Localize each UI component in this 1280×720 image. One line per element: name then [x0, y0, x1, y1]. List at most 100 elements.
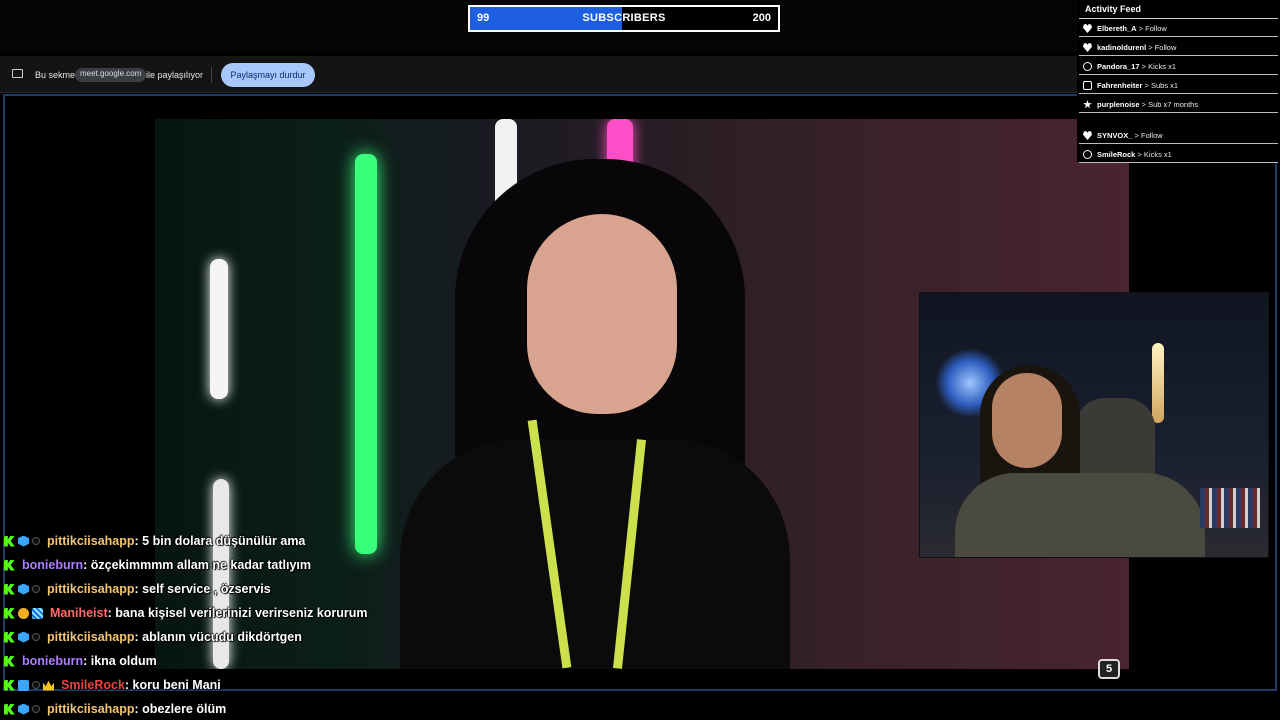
activity-feed-item: Pandora_17 > Kicks x1 — [1077, 57, 1280, 75]
activity-feed-action: > Kicks x1 — [1135, 150, 1172, 159]
grid-badge-icon — [32, 607, 43, 619]
activity-feed-action: > Follow — [1136, 24, 1167, 33]
share-text-after: ile paylaşılıyor — [146, 70, 204, 80]
dot-badge-icon — [32, 585, 40, 593]
activity-feed-divider — [1079, 74, 1278, 75]
chat-text: : self service , özservis — [134, 582, 271, 596]
heart-icon — [1083, 131, 1092, 140]
kick-icon — [1083, 62, 1092, 71]
streamer-body — [955, 473, 1205, 557]
chat-username[interactable]: pittikciisahapp — [47, 582, 135, 596]
activity-feed-user: Pandora_17 — [1097, 62, 1140, 71]
chat-text: : bana kişisel verilerinizi verirseniz k… — [107, 606, 368, 620]
activity-feed-divider — [1079, 162, 1278, 163]
activity-feed-user: kadinoldurenl — [1097, 43, 1147, 52]
streamer-face — [992, 373, 1062, 468]
dot-badge-icon — [32, 537, 40, 545]
kick-badge-icon — [4, 631, 15, 643]
gold-badge-icon — [18, 607, 29, 619]
chat-message: Maniheist : bana kişisel verilerinizi ve… — [4, 602, 368, 624]
activity-feed-user: Fahrenheiter — [1097, 81, 1143, 90]
kick-badge-icon — [4, 703, 15, 715]
kick-badge-icon — [4, 655, 15, 667]
cube-badge-icon — [18, 535, 29, 547]
chat-username[interactable]: pittikciisahapp — [47, 534, 135, 548]
activity-feed-divider — [1079, 143, 1278, 144]
dot-badge-icon — [32, 681, 40, 689]
chat-message: bonieburn : özçekimmmm allam ne kadar ta… — [4, 554, 311, 576]
activity-feed-divider — [1079, 112, 1278, 113]
activity-feed-action: > Follow — [1132, 131, 1163, 140]
channel-logo-icon: 5 — [1098, 659, 1120, 679]
chat-message: pittikciisahapp : 5 bin dolara düşünülür… — [4, 530, 305, 552]
kick-icon — [1083, 150, 1092, 159]
bookshelf — [1200, 488, 1260, 528]
activity-feed-item: Elbereth_A > Follow — [1077, 19, 1280, 37]
chat-message: SmileRock : koru beni Mani — [4, 674, 221, 696]
neon-light — [210, 259, 228, 399]
prime-badge-icon — [18, 679, 29, 691]
lava-lamp — [1152, 343, 1164, 423]
activity-feed-user: purplenoise — [1097, 100, 1140, 109]
person-body — [400, 439, 790, 669]
sub-icon — [1083, 81, 1092, 90]
cube-badge-icon — [18, 583, 29, 595]
chat-username[interactable]: SmileRock — [61, 678, 125, 692]
activity-feed-user: SYNVOX_ — [1097, 131, 1133, 140]
chat-message: pittikciisahapp : obezlere ölüm — [4, 698, 226, 720]
chat-username[interactable]: pittikciisahapp — [47, 702, 135, 716]
stop-sharing-button[interactable]: Paylaşmayı durdur — [221, 63, 315, 87]
subscriber-goal-bar: 99 SUBSCRIBERS 200 — [468, 5, 780, 32]
cube-badge-icon — [18, 703, 29, 715]
chat-message: bonieburn : ikna oldum — [4, 650, 157, 672]
chat-text: : obezlere ölüm — [134, 702, 227, 716]
kick-badge-icon — [4, 679, 15, 691]
activity-feed-action: > Kicks x1 — [1139, 62, 1177, 71]
screen-share-icon — [12, 69, 23, 78]
chat-message: pittikciisahapp : self service , özservi… — [4, 578, 271, 600]
kick-badge-icon — [4, 607, 15, 619]
activity-feed-item: Fahrenheiter > Subs x1 — [1077, 76, 1280, 94]
heart-icon — [1083, 43, 1092, 52]
neon-light — [355, 154, 377, 554]
heart-icon — [1083, 24, 1092, 33]
chat-username[interactable]: Maniheist — [50, 606, 108, 620]
kick-badge-icon — [4, 583, 15, 595]
activity-feed-item: kadinoldurenl > Follow — [1077, 38, 1280, 56]
activity-feed-item: purplenoise > Sub x7 months — [1077, 95, 1280, 113]
chat-text: : ikna oldum — [83, 654, 157, 668]
share-divider — [211, 67, 212, 83]
chat-message: pittikciisahapp : ablanın vücudu dikdört… — [4, 626, 302, 648]
activity-feed-divider — [1079, 36, 1278, 37]
dot-badge-icon — [32, 705, 40, 713]
activity-feed-action: > Subs x1 — [1142, 81, 1179, 90]
chat-text: : özçekimmmm allam ne kadar tatlıyım — [83, 558, 311, 572]
activity-feed-action: > Sub x7 months — [1139, 100, 1199, 109]
person-face — [527, 214, 677, 414]
activity-feed-divider — [1079, 93, 1278, 94]
cube-badge-icon — [18, 631, 29, 643]
kick-badge-icon — [4, 535, 15, 547]
dot-badge-icon — [32, 633, 40, 641]
activity-feed-user: SmileRock — [1097, 150, 1136, 159]
activity-feed-divider — [1079, 55, 1278, 56]
activity-feed-title: Activity Feed — [1085, 4, 1142, 14]
activity-feed-user: Elbereth_A — [1097, 24, 1137, 33]
chat-username[interactable]: pittikciisahapp — [47, 630, 135, 644]
kick-badge-icon — [4, 559, 15, 571]
activity-feed-item: SYNVOX_ > Follow — [1077, 126, 1280, 144]
activity-feed-action: > Follow — [1146, 43, 1177, 52]
chat-username[interactable]: bonieburn — [22, 558, 83, 572]
chat-text: : ablanın vücudu dikdörtgen — [134, 630, 302, 644]
subscriber-goal-target: 200 — [752, 12, 771, 24]
subscriber-goal-label: SUBSCRIBERS — [582, 12, 666, 24]
activity-feed: Activity Feed Elbereth_A > Follow kadinol… — [1077, 0, 1280, 163]
chat-username[interactable]: bonieburn — [22, 654, 83, 668]
chat-text: : koru beni Mani — [124, 678, 221, 692]
share-site-chip: meet.google.com — [75, 68, 147, 82]
webcam-overlay — [919, 292, 1269, 558]
star-icon — [1083, 100, 1092, 109]
crown-badge-icon — [43, 680, 54, 691]
activity-feed-item: SmileRock > Kicks x1 — [1077, 145, 1280, 163]
chat-text: : 5 bin dolara düşünülür ama — [134, 534, 306, 548]
